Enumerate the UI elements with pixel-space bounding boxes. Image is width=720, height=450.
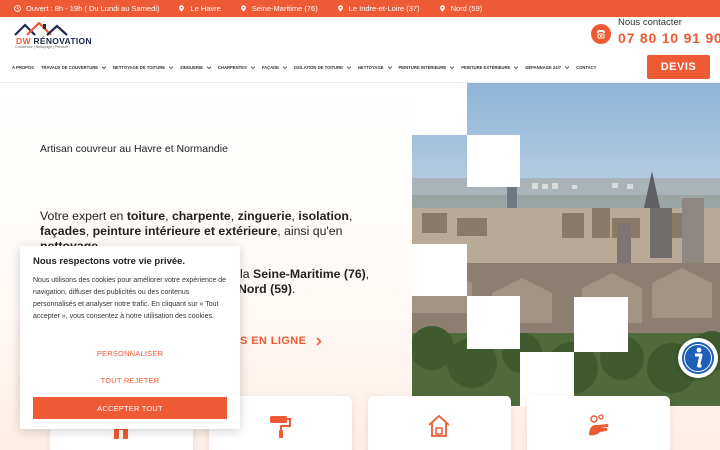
contact-block[interactable]: Nous contacter 07 80 10 91 90 — [590, 17, 720, 51]
chevron-down-icon — [514, 65, 519, 69]
devis-button[interactable]: DEVIS — [647, 55, 710, 79]
nav-item-a-propos[interactable]: A PROPOS — [12, 65, 34, 70]
nav-item-label: ISOLATION DE TOITURE — [293, 64, 343, 70]
map-pin-icon — [240, 5, 246, 12]
chevron-right-icon — [316, 336, 322, 346]
hero-subtitle: Artisan couvreur au Havre et Normandie — [40, 143, 228, 155]
location-text: Le Indre-et-Loire (37) — [348, 4, 420, 13]
nav-item-isolation-de-toiture[interactable]: ISOLATION DE TOITURE — [294, 65, 351, 70]
mosaic-tile — [412, 83, 467, 135]
chevron-down-icon — [346, 65, 351, 69]
mosaic-tile — [412, 244, 467, 296]
mosaic-tile — [467, 135, 520, 187]
location-text: Nord (59) — [450, 4, 483, 13]
online-quote-label: S EN LIGNE — [240, 335, 307, 347]
contact-label: Nous contacter — [618, 17, 682, 28]
nav-item-label: FAÇADE — [261, 64, 279, 70]
map-pin-icon — [179, 5, 185, 12]
opening-hours: Ouvert : 8h - 19h ( Du Lundi au Samedi) — [14, 4, 159, 13]
lead-keyword: peinture intérieure et extérieure — [92, 224, 278, 238]
nav-item-label: NETTOYAGE DE TOITURE — [113, 64, 166, 70]
location-seine-maritime[interactable]: Seine-Maritime (76) — [240, 4, 318, 13]
mosaic-tile — [467, 296, 520, 349]
hero-city-image — [412, 83, 720, 406]
online-quote-link[interactable]: S EN LIGNE — [240, 335, 322, 347]
lead-keyword: zinguerie — [237, 209, 292, 223]
nav-item-label: ZINGUERIE — [180, 64, 203, 70]
chevron-down-icon — [206, 65, 211, 69]
location-text: Seine-Maritime (76) — [251, 4, 318, 13]
main-navigation: A PROPOS TRAVAUX DE COUVERTURE NETTOYAGE D… — [12, 62, 603, 72]
zone-keyword: Nord (59) — [238, 282, 292, 296]
location-le-havre[interactable]: Le Havre — [178, 4, 221, 13]
nav-item-d-pannage-24-7[interactable]: DÉPANNAGE 24/7 — [525, 64, 570, 70]
opening-hours-text: Ouvert : 8h - 19h ( Du Lundi au Samedi) — [26, 4, 160, 13]
zone-text: . — [291, 282, 296, 296]
roof-logo-icon — [14, 22, 68, 36]
chevron-down-icon — [102, 65, 107, 69]
mosaic-tile — [574, 297, 628, 352]
service-card-cleaning[interactable] — [527, 396, 670, 450]
chevron-down-icon — [387, 65, 392, 69]
lead-text: , — [348, 209, 353, 223]
site-logo[interactable]: DW RÉNOVATION Couverture | Nettoyage | P… — [13, 22, 103, 50]
nav-item-label: TRAVAUX DE COUVERTURE — [40, 64, 99, 70]
nav-item-peinture-int-rieure[interactable]: PEINTURE INTÉRIEURE — [399, 65, 455, 70]
customize-cookies-button[interactable]: PERSONNALISER — [20, 349, 240, 358]
nav-item-label: PEINTURE INTÉRIEURE — [398, 64, 447, 70]
lead-text: , — [230, 209, 238, 223]
lead-keyword: façades — [40, 224, 86, 238]
chevron-down-icon — [565, 65, 570, 69]
nav-item-label: PEINTURE EXTÉRIEURE — [461, 64, 511, 70]
clock-icon — [14, 5, 21, 12]
cookie-title: Nous respectons votre vie privée. — [33, 256, 186, 267]
nav-item-label: A PROPOS — [12, 64, 34, 70]
nav-item-fa-ade[interactable]: FAÇADE — [262, 65, 287, 70]
lead-text: , — [165, 209, 172, 223]
chevron-down-icon — [450, 65, 455, 69]
nav-item-label: CHARPENTES — [217, 64, 247, 70]
house-icon — [428, 414, 450, 437]
paint-roller-icon — [270, 416, 291, 438]
phone-icon — [591, 24, 611, 44]
zone-text: , — [365, 267, 370, 281]
zone-keyword: Seine-Maritime (76) — [253, 267, 366, 281]
map-pin-icon — [439, 5, 445, 12]
nav-item-label: NETTOYAGE — [357, 64, 384, 70]
reject-all-cookies-button[interactable]: TOUT REJETER — [20, 376, 240, 385]
cookie-description: Nous utilisons des cookies pour améliore… — [33, 277, 226, 320]
top-info-bar: Ouvert : 8h - 19h ( Du Lundi au Samedi) … — [0, 0, 720, 17]
cookie-consent-banner: Nous respectons votre vie privée. Nous u… — [20, 246, 240, 429]
location-nord[interactable]: Nord (59) — [439, 4, 483, 13]
nav-item-nettoyage[interactable]: NETTOYAGE — [358, 65, 392, 70]
location-text: Le Havre — [190, 4, 221, 13]
cleaning-hands-icon — [589, 414, 609, 436]
nav-item-contact[interactable]: CONTACT — [576, 65, 596, 70]
lead-keyword: toiture — [126, 209, 166, 223]
lead-text: , ainsi qu'en — [277, 224, 343, 238]
lead-text: Votre expert en — [40, 209, 127, 223]
location-indre-et-loire[interactable]: Le Indre-et-Loire (37) — [337, 4, 420, 13]
chevron-down-icon — [250, 65, 255, 69]
chevron-down-icon — [282, 65, 287, 69]
nav-item-peinture-ext-rieure[interactable]: PEINTURE EXTÉRIEURE — [461, 64, 519, 70]
map-pin-icon — [337, 5, 343, 12]
nav-item-label: DÉPANNAGE 24/7 — [525, 64, 562, 70]
lead-keyword: charpente — [171, 209, 231, 223]
service-card-house[interactable] — [368, 396, 511, 450]
nav-item-charpentes[interactable]: CHARPENTES — [218, 65, 255, 70]
nav-item-label: CONTACT — [576, 64, 597, 70]
lead-text: , — [85, 224, 93, 238]
chevron-down-icon — [169, 65, 174, 69]
nav-item-zinguerie[interactable]: ZINGUERIE — [180, 65, 211, 70]
lead-keyword: isolation — [298, 209, 349, 223]
info-accessibility-icon — [682, 342, 714, 374]
phone-number[interactable]: 07 80 10 91 90 — [618, 30, 720, 46]
brand-tagline: Couverture | Nettoyage | Peinture — [15, 45, 69, 49]
accessibility-widget-button[interactable] — [678, 338, 718, 378]
nav-item-travaux-de-couverture[interactable]: TRAVAUX DE COUVERTURE — [40, 64, 107, 70]
nav-item-nettoyage-de-toiture[interactable]: NETTOYAGE DE TOITURE — [113, 64, 174, 70]
accept-all-cookies-button[interactable]: ACCEPTER TOUT — [33, 397, 227, 419]
